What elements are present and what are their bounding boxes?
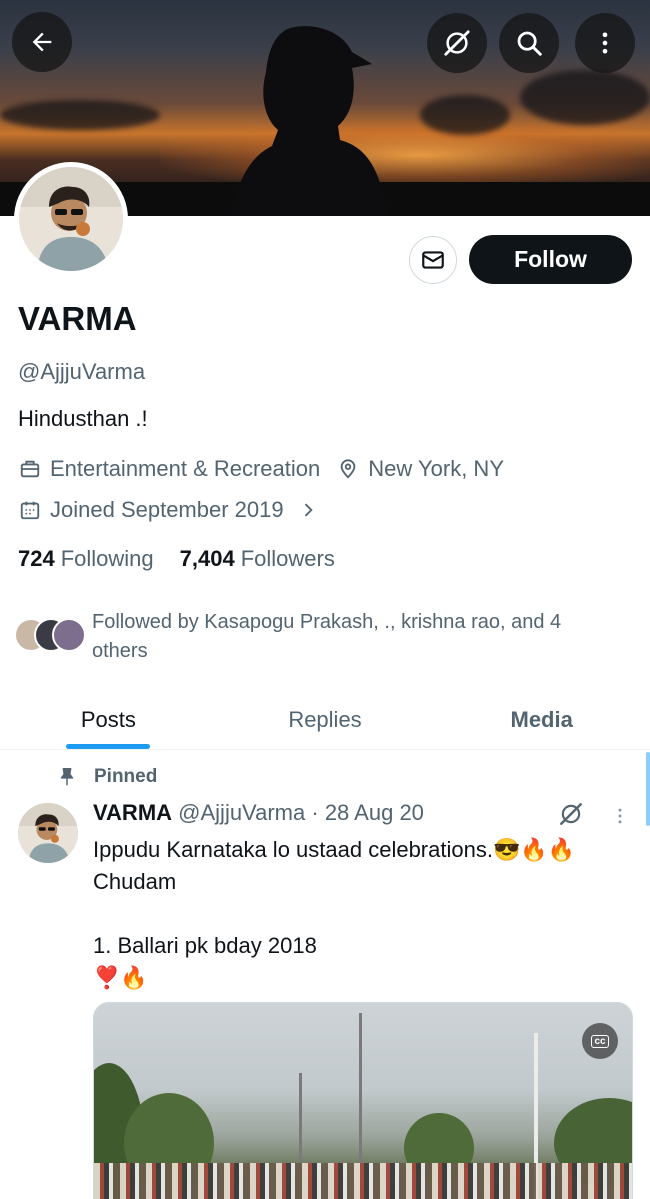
tab-label: Media <box>510 706 573 732</box>
post-author-avatar[interactable] <box>18 803 78 863</box>
tab-posts[interactable]: Posts <box>0 690 217 749</box>
grok-button[interactable] <box>427 13 487 73</box>
following-count: 724 <box>18 546 55 571</box>
profile-category: Entertainment & Recreation <box>50 456 321 481</box>
followed-by-text: Followed by Kasapogu Prakash, ., krishna… <box>92 611 562 662</box>
profile-tabs: Posts Replies Media <box>0 690 650 750</box>
tab-label: Posts <box>80 706 136 732</box>
more-options-button[interactable] <box>575 13 635 73</box>
search-icon <box>517 31 542 56</box>
post-more-button[interactable] <box>608 802 632 830</box>
grok-icon <box>444 30 470 56</box>
post-text-line: 1. Ballari pk bday 2018 <box>93 933 317 958</box>
pinned-indicator: Pinned <box>54 764 157 790</box>
captions-label: cc <box>591 1034 609 1048</box>
post-text-line: Ippudu Karnataka lo ustaad celebrations.… <box>93 837 576 862</box>
tab-active-indicator <box>66 744 151 749</box>
pinned-label: Pinned <box>94 766 158 787</box>
tab-replies[interactable]: Replies <box>217 690 434 749</box>
calendar-icon <box>18 498 42 522</box>
profile-meta-row: Entertainment & Recreation New York, NY <box>18 456 504 482</box>
back-button[interactable] <box>12 12 72 72</box>
profile-avatar[interactable] <box>14 162 128 276</box>
post-video[interactable]: cc <box>93 1002 633 1199</box>
followers-count: 7,404 <box>179 546 235 571</box>
avatar <box>52 618 86 652</box>
pin-icon <box>54 764 80 790</box>
more-vertical-icon <box>602 32 608 54</box>
post-separator: · <box>311 800 319 825</box>
more-vertical-icon <box>618 808 622 824</box>
tab-label: Replies <box>288 706 362 732</box>
profile-location: New York, NY <box>368 456 504 481</box>
chevron-right-icon <box>296 498 320 522</box>
media-pole <box>299 1073 302 1173</box>
followed-by-avatars <box>14 618 86 654</box>
avatar-image <box>19 167 123 271</box>
grok-icon <box>560 803 582 825</box>
followers-link[interactable]: 7,404 Followers <box>180 546 335 572</box>
profile-joined: Joined September 2019 <box>50 497 284 522</box>
following-label: Following <box>60 546 154 571</box>
profile-name: VARMA <box>18 300 137 337</box>
post-author-handle[interactable]: @AjjjuVarma <box>178 800 305 825</box>
banner-cloud <box>520 70 650 125</box>
post-date[interactable]: 28 Aug 20 <box>325 800 424 825</box>
post-text-spacer <box>93 898 633 930</box>
media-crowd <box>94 1163 632 1199</box>
post-header: VARMA @AjjjuVarma · 28 Aug 20 <box>93 800 424 826</box>
following-link[interactable]: 724 Following <box>18 546 154 572</box>
captions-button[interactable]: cc <box>582 1023 618 1059</box>
media-pole <box>359 1013 362 1173</box>
post-text[interactable]: Ippudu Karnataka lo ustaad celebrations.… <box>93 834 633 994</box>
profile-joined-row[interactable]: Joined September 2019 <box>18 497 328 523</box>
banner-cloud <box>420 95 510 135</box>
post-text-line: ❣️🔥 <box>93 965 148 990</box>
banner-silhouette <box>230 26 388 216</box>
scrollbar[interactable] <box>646 752 650 826</box>
search-button[interactable] <box>499 13 559 73</box>
profile-stats: 724 Following 7,404 Followers <box>18 546 335 572</box>
post-grok-button[interactable] <box>557 800 585 828</box>
follow-button[interactable]: Follow <box>469 235 632 284</box>
banner-cloud <box>0 100 160 130</box>
arrow-left-icon <box>32 32 52 52</box>
tab-media[interactable]: Media <box>433 690 650 749</box>
post-author-name[interactable]: VARMA <box>93 800 172 825</box>
message-button[interactable] <box>409 236 457 284</box>
envelope-icon <box>422 251 444 269</box>
profile-handle: @AjjjuVarma <box>18 359 146 384</box>
profile-bio: Hindusthan .! <box>18 406 148 431</box>
briefcase-icon <box>18 457 42 481</box>
location-pin-icon <box>336 457 360 481</box>
followers-label: Followers <box>240 546 335 571</box>
post-text-line: Chudam <box>93 869 177 894</box>
